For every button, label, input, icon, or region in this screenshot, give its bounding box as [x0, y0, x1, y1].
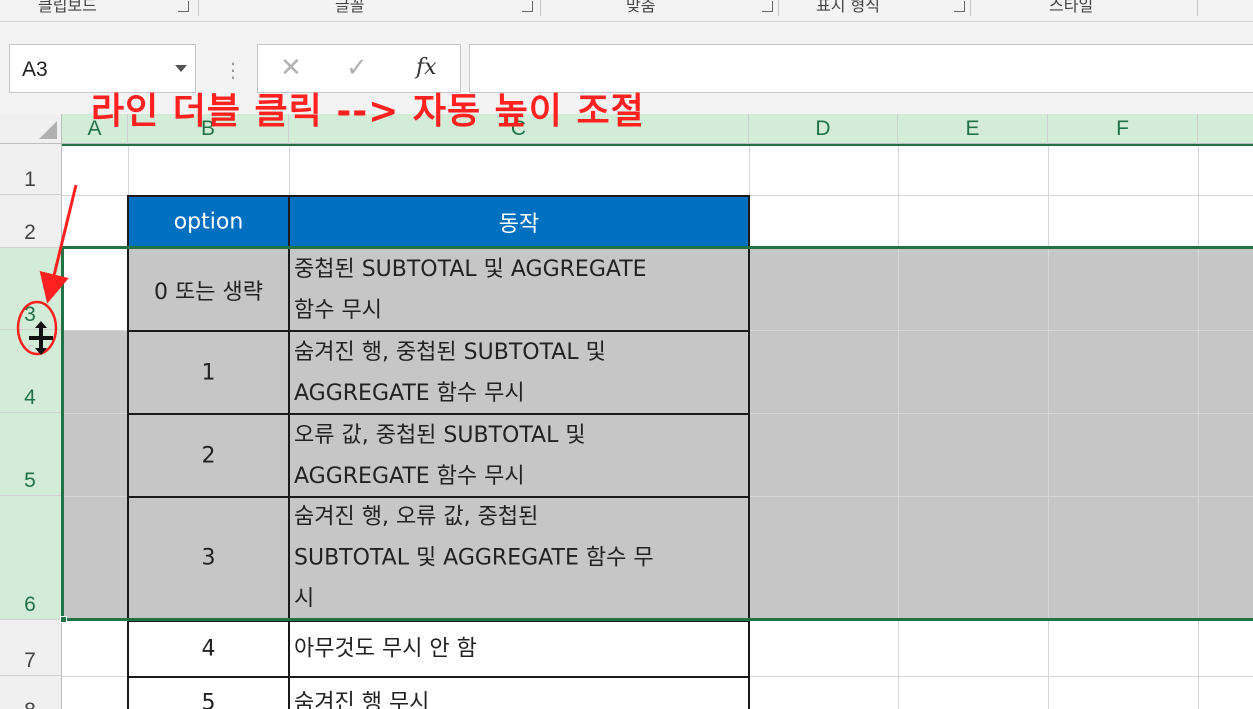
row-header-5[interactable]: 5 — [0, 413, 62, 496]
gridline — [898, 144, 899, 709]
action-line: 숨겨진 행, 오류 값, 중첩된 — [294, 504, 539, 530]
row-number: 8 — [0, 699, 60, 709]
action-text: 오류 값, 중첩된 SUBTOTAL 및 AGGREGATE 함수 무시 — [294, 415, 746, 497]
column-header-g[interactable] — [1198, 114, 1253, 144]
row-header-8[interactable]: 8 — [0, 676, 62, 709]
clipboard-launcher-icon[interactable] — [178, 1, 189, 12]
row-number: 5 — [24, 469, 36, 492]
ribbon-group-font: 글꼴 — [335, 0, 365, 15]
action-line: AGGREGATE 함수 무시 — [294, 380, 525, 406]
cancel-icon[interactable]: ✕ — [280, 53, 302, 83]
frozen-edge — [62, 144, 1253, 146]
ribbon-separator — [198, 0, 199, 16]
row-header-6[interactable]: 6 — [0, 496, 62, 620]
grip-dots-icon: ⋮ — [223, 58, 243, 82]
action-line: 오류 값, 중첩된 SUBTOTAL 및 — [294, 422, 586, 448]
table-row-option[interactable]: 4 — [127, 620, 290, 678]
table-row-action[interactable]: 중첩된 SUBTOTAL 및 AGGREGATE 함수 무시 — [288, 247, 750, 332]
header-label: 동작 — [498, 212, 540, 237]
option-value: 1 — [201, 360, 216, 385]
row-header-3[interactable]: 3 — [0, 248, 62, 330]
option-value: 0 또는 생략 — [154, 279, 263, 305]
action-line: 함수 무시 — [294, 297, 382, 323]
worksheet-grid[interactable]: A B C D E F 1 2 3 4 5 6 7 8 option 동작 — [0, 114, 1253, 709]
action-line: 시 — [294, 586, 315, 612]
row-header-2[interactable]: 2 — [0, 195, 62, 248]
active-cell-a3[interactable] — [62, 248, 128, 330]
row-number: 2 — [24, 221, 36, 244]
select-all-triangle-icon — [39, 121, 57, 139]
action-text: 중첩된 SUBTOTAL 및 AGGREGATE 함수 무시 — [294, 249, 746, 331]
row-number: 6 — [24, 593, 36, 616]
font-launcher-icon[interactable] — [522, 1, 533, 12]
ribbon-separator — [540, 0, 541, 16]
ribbon-group-labels: 클립보드 글꼴 맞춤 표시 형식 스타일 — [0, 0, 1253, 22]
selection-border — [61, 246, 64, 621]
selection-border — [62, 246, 1253, 249]
option-value: 5 — [201, 690, 216, 709]
ribbon-separator — [1197, 0, 1198, 16]
column-header-f[interactable]: F — [1048, 114, 1198, 144]
table-row-action[interactable]: 아무것도 무시 안 함 — [288, 620, 750, 678]
table-row-action[interactable]: 숨겨진 행, 중첩된 SUBTOTAL 및 AGGREGATE 함수 무시 — [288, 330, 750, 415]
annotation-text: 라인 더블 클릭 --> 자동 높이 조절 — [91, 91, 645, 132]
action-line: AGGREGATE 함수 무시 — [294, 463, 525, 489]
option-value: 4 — [201, 636, 216, 662]
table-row-option[interactable]: 1 — [127, 330, 290, 415]
row-number: 7 — [24, 649, 36, 672]
name-box-value: A3 — [22, 58, 48, 81]
action-line: SUBTOTAL 및 AGGREGATE 함수 무 — [294, 545, 654, 571]
column-header-d[interactable]: D — [749, 114, 898, 144]
table-header-option[interactable]: option — [127, 195, 290, 249]
action-line: 중첩된 SUBTOTAL 및 AGGREGATE — [294, 256, 647, 282]
ribbon-separator — [778, 0, 779, 16]
action-line: 아무것도 무시 안 함 — [294, 636, 477, 662]
alignment-launcher-icon[interactable] — [762, 1, 773, 12]
table-header-action[interactable]: 동작 — [288, 195, 750, 249]
row-header-4[interactable]: 4 — [0, 330, 62, 413]
row-number: 3 — [24, 303, 36, 326]
ribbon-group-number-format: 표시 형식 — [816, 0, 880, 15]
table-row-option[interactable]: 2 — [127, 413, 290, 498]
option-value: 2 — [201, 443, 216, 468]
action-line: 숨겨진 행 무시 — [294, 690, 430, 709]
ribbon-group-alignment: 맞춤 — [626, 0, 656, 15]
action-text: 숨겨진 행 무시 — [294, 683, 746, 709]
table-row-action[interactable]: 숨겨진 행 무시 — [288, 676, 750, 709]
table-row-option[interactable]: 3 — [127, 496, 290, 620]
selection-border — [62, 618, 1253, 621]
action-text: 숨겨진 행, 오류 값, 중첩된 SUBTOTAL 및 AGGREGATE 함수 … — [294, 497, 746, 620]
table-row-action[interactable]: 숨겨진 행, 오류 값, 중첩된 SUBTOTAL 및 AGGREGATE 함수 … — [288, 496, 750, 620]
insert-function-icon[interactable]: fx — [416, 55, 437, 80]
table-row-action[interactable]: 오류 값, 중첩된 SUBTOTAL 및 AGGREGATE 함수 무시 — [288, 413, 750, 498]
column-header-e[interactable]: E — [898, 114, 1048, 144]
number-format-launcher-icon[interactable] — [954, 1, 965, 12]
ribbon-separator — [970, 0, 971, 16]
chevron-down-icon[interactable] — [175, 65, 187, 72]
header-label: option — [173, 209, 244, 235]
ribbon-group-styles: 스타일 — [1049, 0, 1094, 15]
action-line: 숨겨진 행, 중첩된 SUBTOTAL 및 — [294, 339, 606, 365]
row-header-1[interactable]: 1 — [0, 144, 62, 195]
gridline — [1048, 144, 1049, 709]
excel-window: 클립보드 글꼴 맞춤 표시 형식 스타일 A3 ⋮ ✕ ✓ fx A B C D… — [0, 0, 1253, 709]
table-row-option[interactable]: 5 — [127, 676, 290, 709]
row-number: 4 — [24, 386, 36, 409]
option-value: 3 — [201, 545, 216, 571]
ribbon-group-clipboard: 클립보드 — [38, 0, 97, 15]
action-text: 숨겨진 행, 중첩된 SUBTOTAL 및 AGGREGATE 함수 무시 — [294, 332, 746, 414]
action-text: 아무것도 무시 안 함 — [294, 629, 746, 670]
table-row-option[interactable]: 0 또는 생략 — [127, 247, 290, 332]
select-all-button[interactable] — [0, 114, 62, 144]
row-number: 1 — [24, 168, 36, 191]
row-header-7[interactable]: 7 — [0, 620, 62, 676]
gridline — [1198, 144, 1199, 709]
enter-icon[interactable]: ✓ — [346, 53, 368, 83]
fill-handle[interactable] — [60, 616, 67, 623]
